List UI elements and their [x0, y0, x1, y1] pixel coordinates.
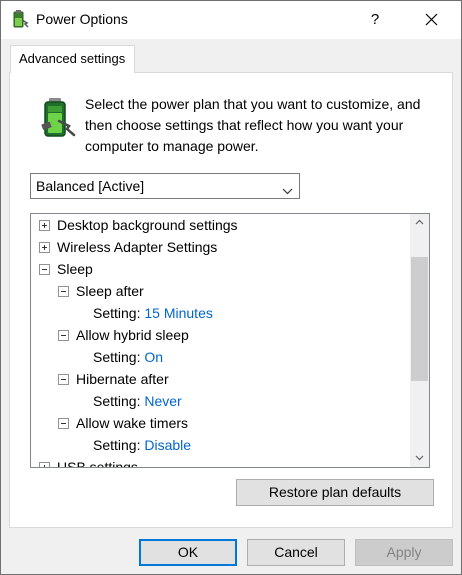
tree-item-sleep[interactable]: Sleep [39, 258, 93, 280]
tree-setting-allow-wake-timers[interactable]: Setting: Disable [93, 434, 191, 456]
tree-item-label: Hibernate after [76, 371, 169, 387]
tree-item-hibernate-after[interactable]: Hibernate after [58, 368, 169, 390]
power-options-icon [10, 9, 30, 29]
tree-item-label: Wireless Adapter Settings [57, 239, 218, 255]
expand-icon[interactable] [39, 461, 50, 467]
tree-item-label: Allow wake timers [76, 415, 189, 431]
tree-item-desktop-background[interactable]: Desktop background settings [39, 214, 238, 236]
power-plan-select[interactable]: Balanced [Active] [30, 173, 300, 199]
tree-scrollbar[interactable] [410, 214, 429, 467]
chevron-down-icon [415, 455, 424, 461]
plan-description: Select the power plan that you want to c… [85, 96, 421, 154]
help-button[interactable]: ? [353, 1, 397, 39]
title-bar: Power Options ? [1, 1, 461, 39]
battery-plug-icon [37, 95, 77, 141]
close-icon [425, 13, 438, 26]
setting-value-link[interactable]: 15 Minutes [144, 305, 212, 321]
collapse-icon[interactable] [39, 263, 50, 275]
collapse-icon[interactable] [58, 329, 69, 341]
apply-button[interactable]: Apply [355, 539, 453, 566]
tree-item-wireless-adapter[interactable]: Wireless Adapter Settings [39, 236, 217, 258]
collapse-icon[interactable] [58, 285, 69, 297]
settings-tree: Desktop background settings Wireless Ada… [30, 213, 430, 468]
settings-tree-items: Desktop background settings Wireless Ada… [31, 214, 411, 467]
setting-value-link[interactable]: On [144, 349, 163, 365]
setting-label: Setting: [93, 437, 141, 453]
scroll-thumb[interactable] [411, 257, 428, 381]
collapse-icon[interactable] [58, 417, 69, 429]
tree-item-label: Sleep [57, 261, 93, 277]
tree-item-sleep-after[interactable]: Sleep after [58, 280, 144, 302]
expand-icon[interactable] [39, 219, 50, 231]
setting-value-link[interactable]: Never [144, 393, 181, 409]
scroll-up-button[interactable] [410, 214, 429, 231]
ok-button[interactable]: OK [139, 539, 237, 566]
close-button[interactable] [409, 1, 455, 39]
tree-item-allow-hybrid-sleep[interactable]: Allow hybrid sleep [58, 324, 189, 346]
chevron-down-icon [282, 182, 293, 198]
chevron-up-icon [415, 219, 424, 225]
setting-label: Setting: [93, 349, 141, 365]
tree-item-label: Sleep after [76, 283, 144, 299]
tab-advanced-settings[interactable]: Advanced settings [10, 45, 135, 73]
tree-item-label: USB settings [57, 459, 138, 467]
advanced-settings-panel: Select the power plan that you want to c… [9, 72, 453, 528]
power-plan-value: Balanced [Active] [36, 178, 145, 194]
tree-setting-hibernate-after[interactable]: Setting: Never [93, 390, 182, 412]
tree-item-usb-settings[interactable]: USB settings [39, 456, 138, 467]
tree-item-label: Desktop background settings [57, 217, 238, 233]
tree-item-allow-wake-timers[interactable]: Allow wake timers [58, 412, 188, 434]
cancel-button[interactable]: Cancel [247, 539, 345, 566]
collapse-icon[interactable] [58, 373, 69, 385]
scroll-down-button[interactable] [410, 450, 429, 467]
expand-icon[interactable] [39, 241, 50, 253]
window-title: Power Options [36, 11, 128, 27]
setting-label: Setting: [93, 305, 141, 321]
tree-setting-allow-hybrid-sleep[interactable]: Setting: On [93, 346, 163, 368]
setting-value-link[interactable]: Disable [144, 437, 191, 453]
tree-item-label: Allow hybrid sleep [76, 327, 189, 343]
restore-plan-defaults-button[interactable]: Restore plan defaults [236, 479, 434, 506]
setting-label: Setting: [93, 393, 141, 409]
tree-setting-sleep-after[interactable]: Setting: 15 Minutes [93, 302, 213, 324]
power-options-dialog: Power Options ? Advanced settings Select… [0, 0, 462, 575]
